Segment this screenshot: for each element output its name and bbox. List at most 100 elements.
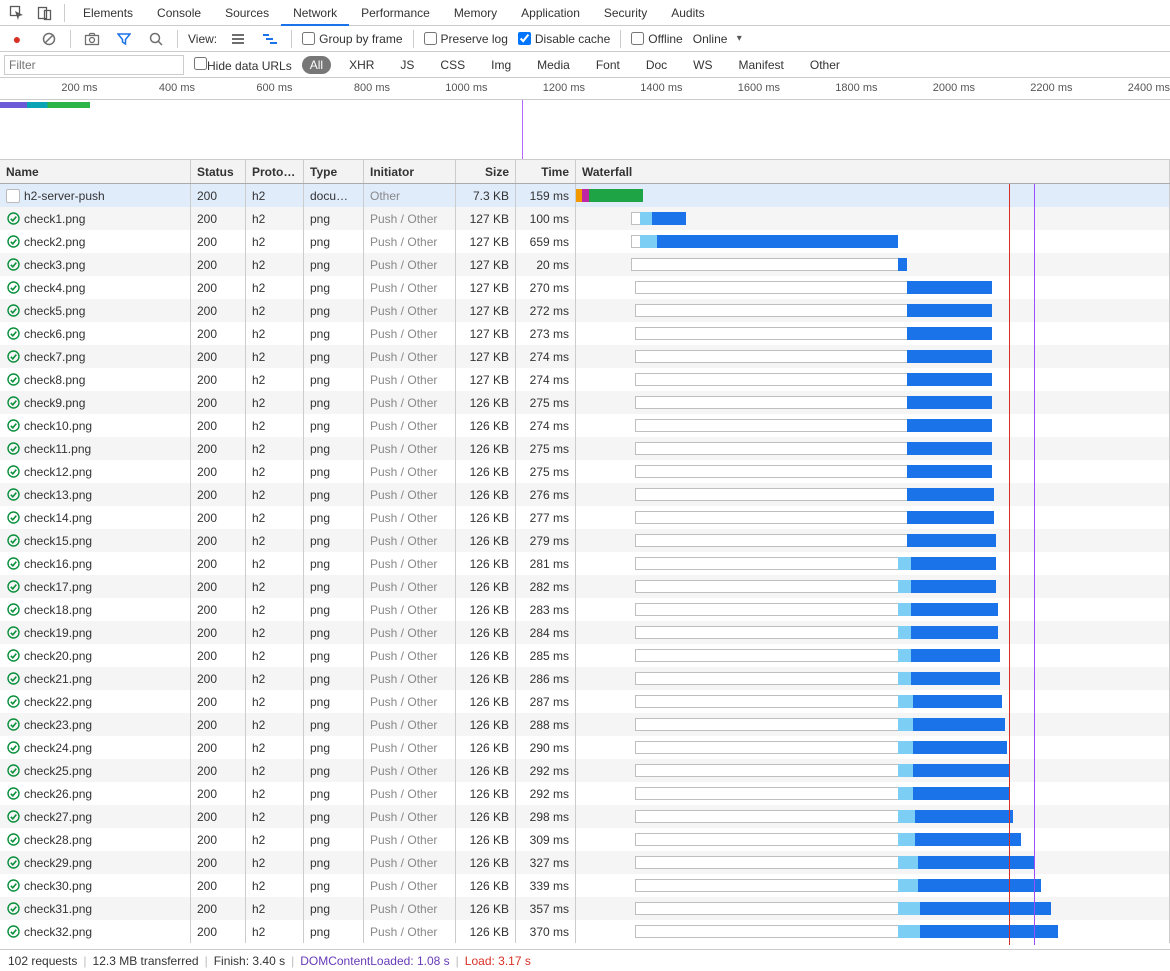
network-row[interactable]: check10.png200h2pngPush / Other126 KB274… [0,414,1170,437]
overview-activity [0,102,90,108]
request-name: check15.png [24,534,92,548]
tab-performance[interactable]: Performance [349,0,442,26]
network-row[interactable]: check20.png200h2pngPush / Other126 KB285… [0,644,1170,667]
network-row[interactable]: check30.png200h2pngPush / Other126 KB339… [0,874,1170,897]
network-row[interactable]: check27.png200h2pngPush / Other126 KB298… [0,805,1170,828]
network-row[interactable]: check12.png200h2pngPush / Other126 KB275… [0,460,1170,483]
network-row[interactable]: check11.png200h2pngPush / Other126 KB275… [0,437,1170,460]
cell-status: 200 [191,621,246,644]
network-row[interactable]: check32.png200h2pngPush / Other126 KB370… [0,920,1170,943]
network-row[interactable]: check23.png200h2pngPush / Other126 KB288… [0,713,1170,736]
filter-type-img[interactable]: Img [483,56,519,74]
inspect-element-icon[interactable] [4,1,30,25]
network-row[interactable]: check3.png200h2pngPush / Other127 KB20 m… [0,253,1170,276]
tab-console[interactable]: Console [145,0,213,26]
cell-waterfall [576,345,1170,368]
filter-type-js[interactable]: JS [392,56,422,74]
request-name: check10.png [24,419,92,433]
network-row[interactable]: check14.png200h2pngPush / Other126 KB277… [0,506,1170,529]
network-row[interactable]: check28.png200h2pngPush / Other126 KB309… [0,828,1170,851]
request-name: check16.png [24,557,92,571]
request-name: check8.png [24,373,85,387]
offline-checkbox[interactable]: Offline [631,32,682,46]
network-row[interactable]: check31.png200h2pngPush / Other126 KB357… [0,897,1170,920]
network-row[interactable]: check21.png200h2pngPush / Other126 KB286… [0,667,1170,690]
network-row[interactable]: check5.png200h2pngPush / Other127 KB272 … [0,299,1170,322]
filter-input[interactable] [4,55,184,75]
network-grid-header[interactable]: Name Status Proto… Type Initiator Size T… [0,160,1170,184]
image-icon [6,833,20,847]
filter-type-doc[interactable]: Doc [638,56,675,74]
cell-time: 270 ms [516,276,576,299]
preserve-log-checkbox[interactable]: Preserve log [424,32,508,46]
network-row[interactable]: check9.png200h2pngPush / Other126 KB275 … [0,391,1170,414]
throttling-select[interactable]: Online [693,32,742,46]
disable-cache-checkbox[interactable]: Disable cache [518,32,610,46]
network-row[interactable]: check24.png200h2pngPush / Other126 KB290… [0,736,1170,759]
network-row[interactable]: check25.png200h2pngPush / Other126 KB292… [0,759,1170,782]
cell-time: 279 ms [516,529,576,552]
network-row[interactable]: check18.png200h2pngPush / Other126 KB283… [0,598,1170,621]
image-icon [6,810,20,824]
filter-type-other[interactable]: Other [802,56,848,74]
filter-type-all[interactable]: All [302,56,331,74]
network-row[interactable]: check2.png200h2pngPush / Other127 KB659 … [0,230,1170,253]
capture-screenshots-icon[interactable] [81,28,103,50]
filter-type-manifest[interactable]: Manifest [731,56,792,74]
network-row[interactable]: check6.png200h2pngPush / Other127 KB273 … [0,322,1170,345]
cell-status: 200 [191,828,246,851]
cell-type: png [304,782,364,805]
network-row[interactable]: check19.png200h2pngPush / Other126 KB284… [0,621,1170,644]
network-row[interactable]: check16.png200h2pngPush / Other126 KB281… [0,552,1170,575]
filter-type-font[interactable]: Font [588,56,628,74]
cell-time: 288 ms [516,713,576,736]
network-row[interactable]: check22.png200h2pngPush / Other126 KB287… [0,690,1170,713]
large-rows-icon[interactable] [227,28,249,50]
cell-type: png [304,713,364,736]
network-row[interactable]: check17.png200h2pngPush / Other126 KB282… [0,575,1170,598]
network-row[interactable]: check13.png200h2pngPush / Other126 KB276… [0,483,1170,506]
tab-memory[interactable]: Memory [442,0,509,26]
tab-elements[interactable]: Elements [71,0,145,26]
group-by-frame-checkbox[interactable]: Group by frame [302,32,402,46]
tab-network[interactable]: Network [281,0,349,26]
cell-time: 274 ms [516,368,576,391]
separator [177,30,178,48]
network-row[interactable]: check8.png200h2pngPush / Other127 KB274 … [0,368,1170,391]
filter-icon[interactable] [113,28,135,50]
cell-time: 275 ms [516,391,576,414]
cell-status: 200 [191,552,246,575]
network-row[interactable]: check29.png200h2pngPush / Other126 KB327… [0,851,1170,874]
filter-type-ws[interactable]: WS [685,56,720,74]
cell-initiator: Push / Other [364,736,456,759]
timeline-overview[interactable] [0,100,1170,160]
waterfall-view-icon[interactable] [259,28,281,50]
clear-button[interactable] [38,28,60,50]
cell-type: png [304,207,364,230]
filter-type-xhr[interactable]: XHR [341,56,382,74]
separator [64,4,65,22]
network-row[interactable]: check1.png200h2pngPush / Other127 KB100 … [0,207,1170,230]
filter-type-css[interactable]: CSS [432,56,473,74]
network-row[interactable]: check4.png200h2pngPush / Other127 KB270 … [0,276,1170,299]
cell-size: 126 KB [456,874,516,897]
cell-size: 127 KB [456,322,516,345]
ruler-tick: 1000 ms [445,82,487,94]
filter-type-media[interactable]: Media [529,56,578,74]
search-icon[interactable] [145,28,167,50]
network-row[interactable]: check26.png200h2pngPush / Other126 KB292… [0,782,1170,805]
tab-audits[interactable]: Audits [659,0,716,26]
cell-waterfall [576,598,1170,621]
tab-application[interactable]: Application [509,0,592,26]
cell-status: 200 [191,851,246,874]
record-button[interactable]: ● [6,28,28,50]
request-name: check2.png [24,235,85,249]
network-row[interactable]: check15.png200h2pngPush / Other126 KB279… [0,529,1170,552]
timeline-ruler[interactable]: 200 ms400 ms600 ms800 ms1000 ms1200 ms14… [0,78,1170,100]
network-row[interactable]: check7.png200h2pngPush / Other127 KB274 … [0,345,1170,368]
device-toggle-icon[interactable] [32,1,58,25]
tab-security[interactable]: Security [592,0,659,26]
tab-sources[interactable]: Sources [213,0,281,26]
hide-data-urls-checkbox[interactable]: Hide data URLs [194,57,292,73]
network-row[interactable]: h2-server-push200h2docu…Other7.3 KB159 m… [0,184,1170,207]
